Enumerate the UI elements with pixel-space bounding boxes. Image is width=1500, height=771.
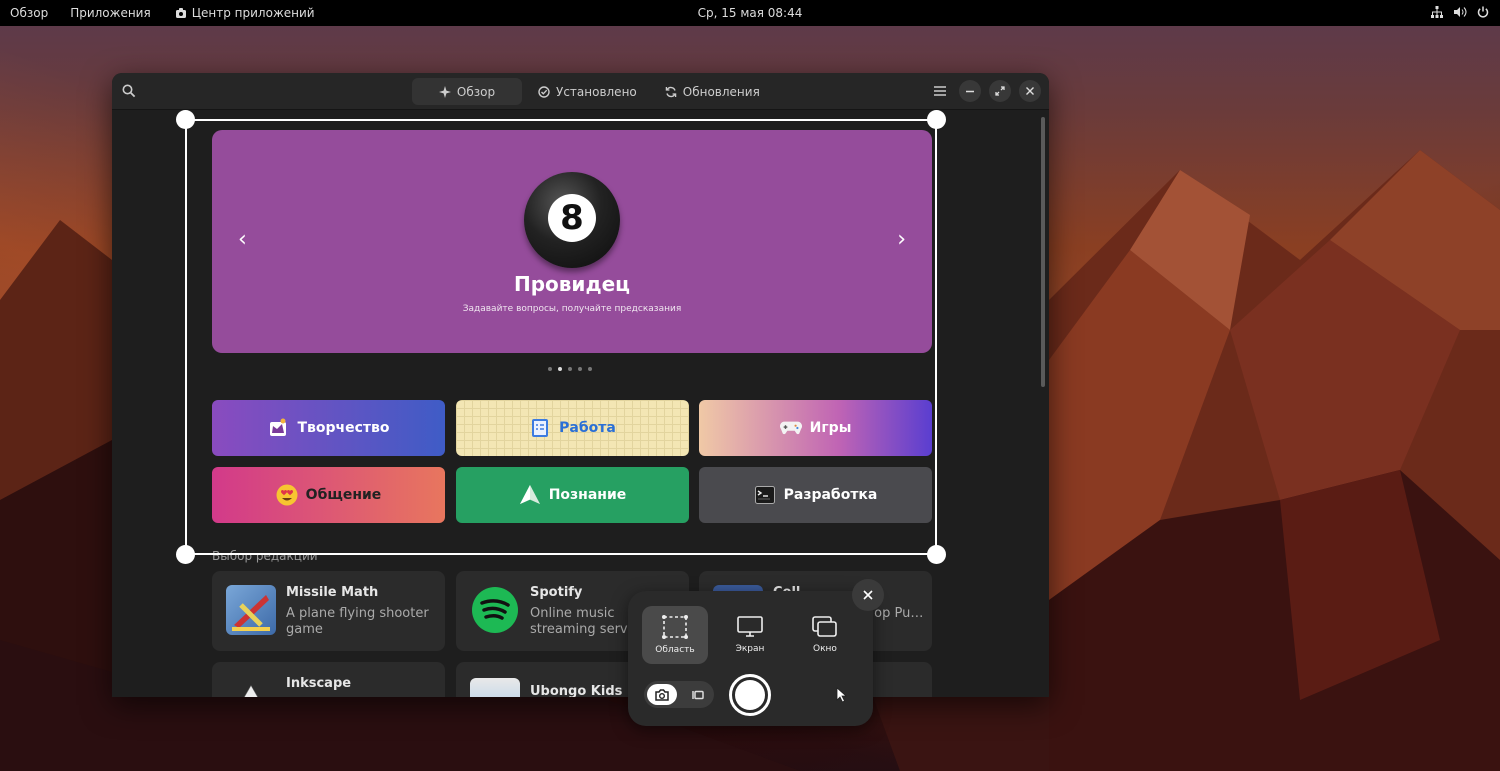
hamburger-menu-icon[interactable] [929,80,951,102]
tab-label: Установлено [556,84,637,99]
tab-updates[interactable]: Обновления [653,78,772,105]
header-bar: Обзор Установлено Обновления [112,73,1049,110]
close-icon [863,590,873,600]
capture-type-toggle [644,681,714,708]
app-menu[interactable]: Центр приложений [175,6,315,20]
inkscape-icon [226,682,276,697]
network-icon[interactable] [1430,5,1444,19]
minimize-button[interactable] [959,80,981,102]
app-card-missile-math[interactable]: Missile Math A plane flying shooter game [212,571,445,651]
app-name: Inkscape [286,676,352,691]
close-window-button[interactable] [1019,80,1041,102]
resize-handle-bottom-right[interactable] [927,545,946,564]
ubongo-icon [470,678,520,697]
app-card-inkscape[interactable]: Inkscape [212,662,445,697]
mode-screen-button[interactable]: Экран [717,606,783,664]
view-switcher: Обзор Установлено Обновления [412,78,772,105]
app-description: A plane flying shooter game [286,606,429,637]
app-menu-label: Центр приложений [191,6,315,20]
monitor-icon [737,616,763,637]
volume-icon[interactable] [1453,5,1467,19]
resize-handle-top-left[interactable] [176,110,195,129]
scrollbar[interactable] [1041,117,1045,387]
mode-label: Экран [735,644,765,654]
power-icon[interactable] [1476,5,1490,19]
missile-math-icon [226,585,276,635]
sparkle-icon [438,85,451,98]
applications-menu[interactable]: Приложения [70,6,151,20]
tab-overview[interactable]: Обзор [412,78,522,105]
mode-window-button[interactable]: Окно [792,606,858,664]
camera-icon[interactable] [647,684,677,705]
capture-button[interactable] [729,674,771,716]
activities-button[interactable]: Обзор [10,6,48,20]
resize-handle-bottom-left[interactable] [176,545,195,564]
app-center-icon [175,7,186,18]
resize-handle-top-right[interactable] [927,110,946,129]
tab-label: Обновления [682,84,760,99]
system-tray[interactable] [1430,5,1490,19]
show-pointer-icon[interactable] [836,687,848,707]
region-selection-frame[interactable] [185,119,937,555]
mode-label: Окно [813,644,837,654]
refresh-icon [665,86,677,97]
screencast-icon[interactable] [684,684,710,705]
region-select-icon [662,615,688,639]
mode-region-button[interactable]: Область [642,606,708,664]
capture-button-inner [735,680,765,710]
mode-label: Область [655,645,695,655]
tab-label: Обзор [456,84,496,99]
top-bar: Обзор Приложения Центр приложений Ср, 15… [0,0,1500,26]
app-name: Spotify [530,585,583,600]
spotify-icon [470,585,520,635]
maximize-button[interactable] [989,80,1011,102]
window-icon [812,616,837,637]
tab-installed[interactable]: Установлено [526,78,649,105]
search-icon[interactable] [122,83,136,102]
screenshot-panel: Область Экран Окно [628,591,873,726]
app-name: Missile Math [286,585,379,600]
close-screenshot-button[interactable] [852,579,884,611]
check-circle-icon [538,85,550,98]
